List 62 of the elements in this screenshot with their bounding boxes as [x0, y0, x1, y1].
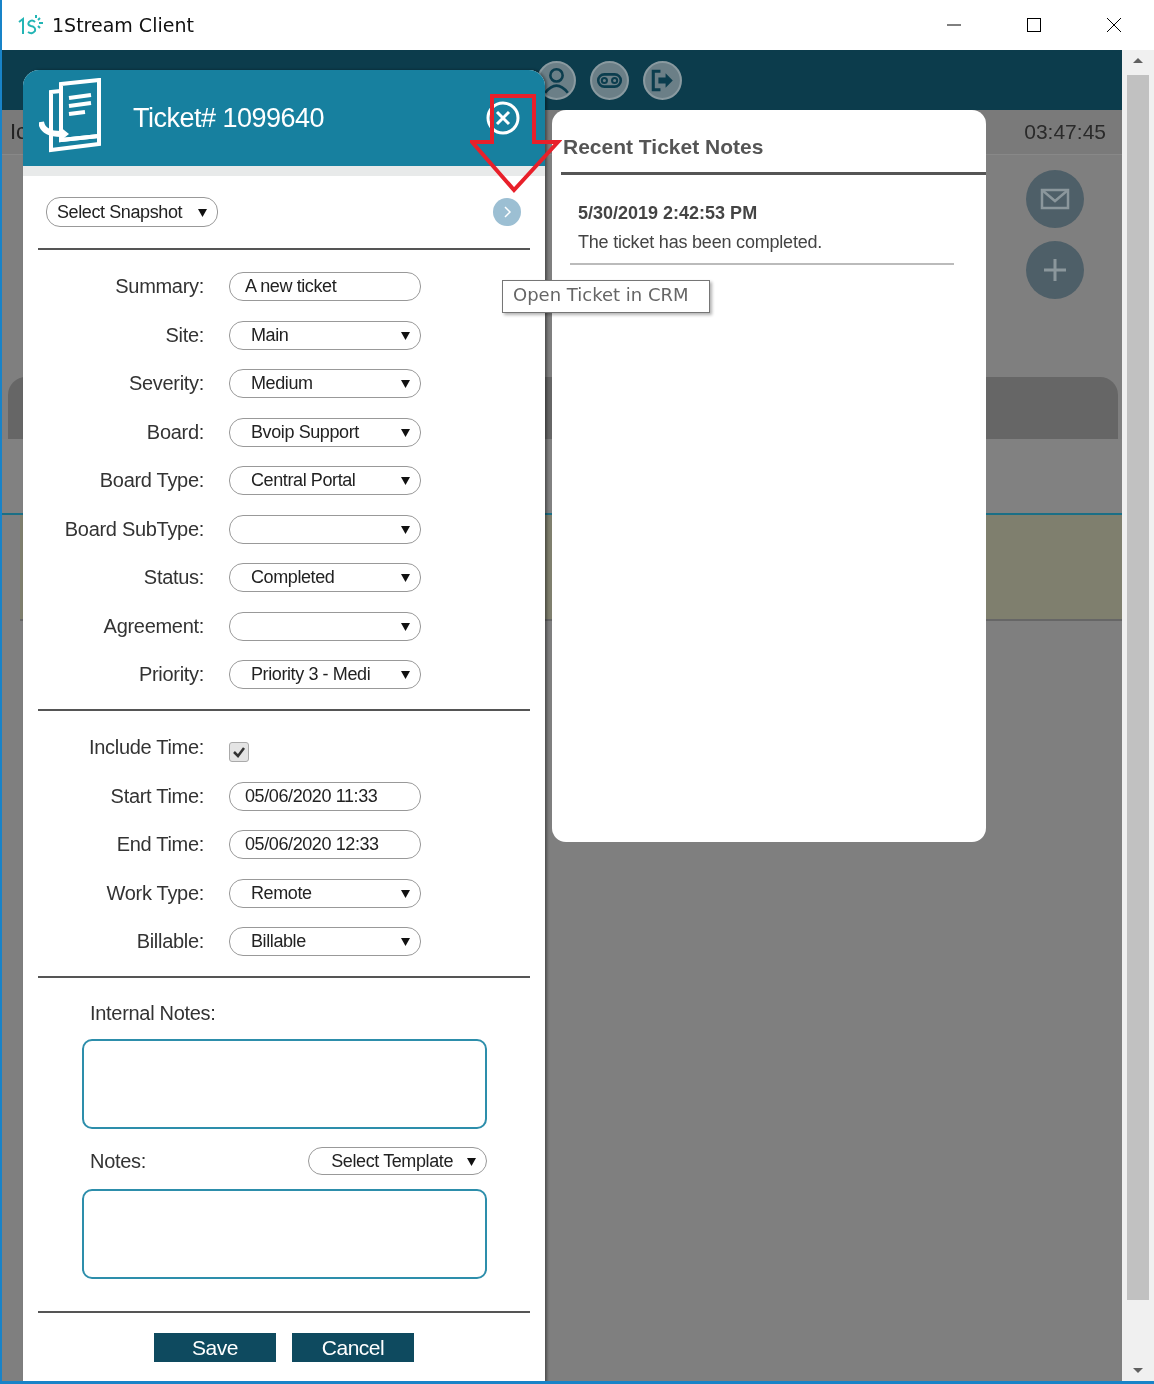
input-field[interactable]: 05/06/2020 12:33	[229, 830, 421, 859]
text-area[interactable]	[82, 1189, 487, 1279]
caret-icon	[401, 330, 410, 340]
caret-icon	[401, 621, 410, 631]
dropdown[interactable]: Bvoip Support	[229, 417, 421, 447]
field-label: Start Time:	[109, 784, 204, 808]
field-label: Summary:	[114, 275, 204, 298]
snapshot-dropdown[interactable]: Select Snapshot	[46, 197, 219, 227]
call-timer: 03:47:45	[1024, 120, 1106, 144]
caret-icon	[198, 207, 208, 217]
dropdown[interactable]: Medium	[229, 369, 421, 398]
voicemail-icon[interactable]	[589, 59, 630, 101]
caret-icon	[401, 524, 410, 534]
tooltip: Open Ticket in CRM	[502, 280, 710, 313]
dropdown[interactable]: Billable	[229, 927, 421, 956]
dropdown[interactable]	[229, 611, 421, 641]
window-title: 1Stream Client	[52, 14, 194, 36]
dialog-button[interactable]: Cancel	[292, 1333, 414, 1362]
dropdown[interactable]: Main	[229, 320, 421, 350]
caret-icon	[401, 476, 410, 485]
field-label: Severity:	[127, 372, 204, 395]
field-label: Site:	[164, 323, 204, 347]
panel-title: Recent Ticket Notes	[561, 135, 986, 175]
dropdown[interactable]: Central Portal	[229, 466, 421, 495]
caret-icon	[401, 573, 410, 582]
caret-icon	[401, 937, 410, 946]
input-field[interactable]: A new ticket	[229, 272, 421, 301]
field-label: Agreement:	[102, 614, 204, 638]
field-label: Board SubType:	[63, 517, 204, 541]
field-label: Notes:	[89, 1149, 146, 1173]
plus-icon[interactable]	[1026, 241, 1084, 299]
note-timestamp: 5/30/2019 2:42:53 PM	[578, 203, 759, 224]
field-label: End Time:	[115, 833, 204, 856]
caret-icon	[467, 1156, 476, 1166]
field-label: Include Time:	[87, 736, 204, 759]
field-label: Board:	[145, 420, 204, 444]
close-icon[interactable]	[1106, 17, 1122, 33]
input-field[interactable]: 05/06/2020 11:33	[229, 781, 421, 811]
caret-icon	[401, 427, 410, 437]
dropdown[interactable]: Remote	[229, 878, 421, 908]
dropdown[interactable]: Priority 3 - Medi	[229, 660, 421, 689]
dropdown[interactable]	[229, 514, 421, 544]
envelope-icon[interactable]	[1026, 170, 1084, 228]
app-logo-icon	[16, 14, 46, 36]
field-label: Priority:	[137, 663, 204, 686]
checkbox[interactable]	[229, 741, 249, 762]
dialog-title: Ticket# 1099640	[133, 102, 325, 134]
field-label: Status:	[142, 566, 204, 589]
caret-icon	[401, 670, 410, 679]
text-area[interactable]	[82, 1039, 487, 1129]
field-label: Board Type:	[98, 469, 204, 492]
maximize-icon[interactable]	[1026, 17, 1042, 33]
field-label: Internal Notes:	[89, 1002, 217, 1025]
note-text: The ticket has been completed.	[578, 232, 824, 253]
dialog-button[interactable]: Save	[154, 1333, 276, 1362]
dropdown[interactable]: Completed	[229, 563, 421, 592]
field-label: Billable:	[135, 930, 204, 953]
field-label: Work Type:	[105, 881, 204, 905]
caret-icon	[401, 379, 410, 388]
caret-icon	[401, 888, 410, 898]
scrollbar[interactable]	[1122, 50, 1154, 1381]
logout-icon[interactable]	[642, 59, 683, 101]
